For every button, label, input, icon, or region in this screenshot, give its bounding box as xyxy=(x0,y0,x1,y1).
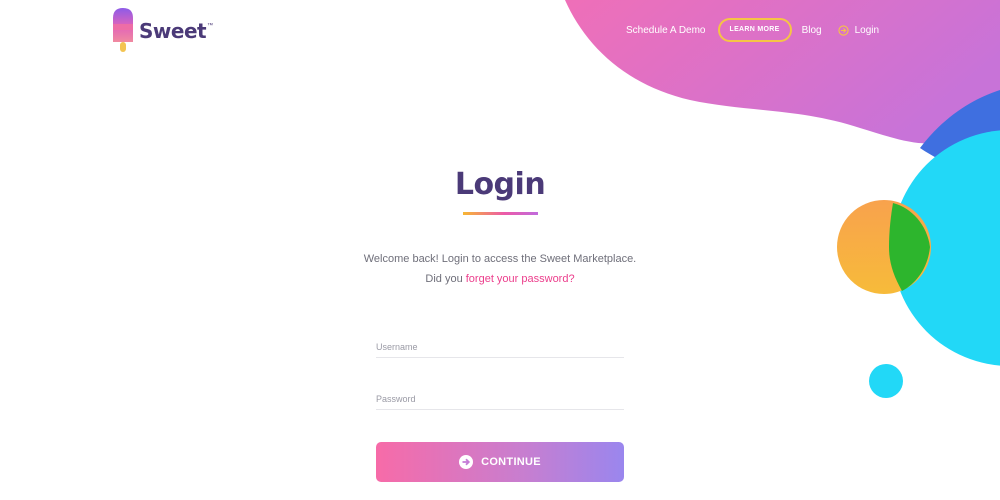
trademark-symbol: ™ xyxy=(207,23,214,29)
username-input[interactable] xyxy=(376,337,624,358)
brand-logo[interactable]: Sweet ™ xyxy=(111,8,213,54)
learn-more-button[interactable]: LEARN MORE xyxy=(717,18,792,42)
forget-password-link[interactable]: forget your password? xyxy=(466,273,575,285)
title-underline xyxy=(463,212,538,215)
schedule-demo-link[interactable]: Schedule A Demo xyxy=(626,25,706,36)
login-link-label: Login xyxy=(854,24,880,36)
brand-name: Sweet xyxy=(139,19,207,43)
password-input[interactable] xyxy=(376,389,624,410)
popsicle-icon xyxy=(113,8,133,52)
continue-button[interactable]: CONTINUE xyxy=(376,442,624,482)
small-cyan-circle xyxy=(869,364,903,398)
login-link[interactable]: Login xyxy=(837,24,880,36)
top-nav: Schedule A Demo LEARN MORE Blog Login xyxy=(626,18,879,42)
forget-prefix: Did you xyxy=(425,273,463,285)
arrow-circle-right-icon xyxy=(837,24,849,36)
arrow-circle-right-icon xyxy=(459,455,474,469)
background-decoration xyxy=(565,0,1000,398)
page-title: Login xyxy=(454,167,546,202)
welcome-message: Welcome back! Login to access the Sweet … xyxy=(363,253,637,265)
forget-password-line: Did you forget your password? xyxy=(0,273,1000,285)
blog-link[interactable]: Blog xyxy=(802,25,822,36)
continue-label: CONTINUE xyxy=(481,456,541,468)
